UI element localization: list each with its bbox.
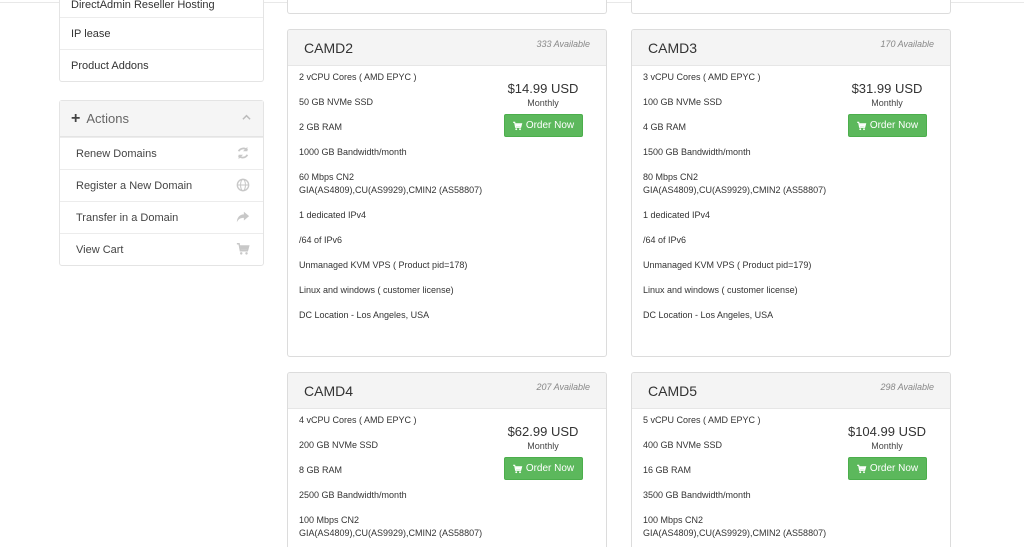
action-label: Register a New Domain <box>76 179 193 192</box>
cart-icon <box>512 464 523 473</box>
product-header: CAMD3 170 Available <box>632 30 950 66</box>
order-now-button[interactable]: Order Now <box>503 114 583 137</box>
action-renew-domains[interactable]: Renew Domains <box>60 137 263 169</box>
product-name: CAMD4 <box>304 383 354 399</box>
action-label: Transfer in a Domain <box>76 211 179 224</box>
action-view-cart[interactable]: View Cart <box>60 233 263 265</box>
feature: 100 Mbps CN2 GIA(AS4809),CU(AS9929),CMIN… <box>643 515 827 538</box>
feature: 3 vCPU Cores ( AMD EPYC ) <box>643 72 761 82</box>
price: $104.99 USD <box>847 424 927 439</box>
feature: 16 GB RAM <box>643 465 692 475</box>
price: $31.99 USD <box>851 81 923 96</box>
product-card: CAMD2 333 Available 2 vCPU Cores ( AMD E… <box>287 29 607 357</box>
product-card: CAMD4 207 Available 4 vCPU Cores ( AMD E… <box>287 372 607 547</box>
feature-list: 4 vCPU Cores ( AMD EPYC ) 200 GB NVMe SS… <box>299 414 489 547</box>
feature: 80 Mbps CN2 GIA(AS4809),CU(AS9929),CMIN2… <box>643 172 827 195</box>
availability-count: 207 Available <box>536 382 590 392</box>
cart-icon <box>856 121 867 130</box>
feature: Linux and windows ( customer license) <box>299 284 454 295</box>
actions-panel: + Actions Renew Domains Register a New D… <box>59 100 264 266</box>
feature-list: 5 vCPU Cores ( AMD EPYC ) 400 GB NVMe SS… <box>643 414 833 547</box>
refresh-icon <box>237 146 249 160</box>
feature: DC Location - Los Angeles, USA <box>643 309 774 320</box>
order-now-button[interactable]: Order Now <box>503 457 583 480</box>
feature: 1 dedicated IPv4 <box>643 209 711 220</box>
product-header: CAMD5 298 Available <box>632 373 950 409</box>
previous-card-bottom <box>287 0 607 14</box>
cart-icon <box>236 243 250 255</box>
billing-cycle: Monthly <box>871 441 903 451</box>
availability-count: 298 Available <box>880 382 934 392</box>
feature: 50 GB NVMe SSD <box>299 97 374 107</box>
feature: 4 vCPU Cores ( AMD EPYC ) <box>299 415 417 425</box>
feature: 2 vCPU Cores ( AMD EPYC ) <box>299 72 417 82</box>
feature: 1500 GB Bandwidth/month <box>643 147 751 157</box>
product-name: CAMD5 <box>648 383 698 399</box>
feature: 100 GB NVMe SSD <box>643 97 723 107</box>
feature: DC Location - Los Angeles, USA <box>299 309 430 320</box>
action-label: Renew Domains <box>76 147 157 160</box>
product-name: CAMD3 <box>648 40 698 56</box>
pricing: $62.99 USD Monthly Order Now <box>503 424 583 480</box>
feature: 2500 GB Bandwidth/month <box>299 490 407 500</box>
plus-icon: + <box>71 109 81 127</box>
feature: 400 GB NVMe SSD <box>643 440 723 450</box>
categories-panel: DirectAdmin Reseller Hosting IP lease Pr… <box>59 0 264 82</box>
feature: 1000 GB Bandwidth/month <box>299 147 407 157</box>
availability-count: 333 Available <box>536 39 590 49</box>
order-label: Order Now <box>869 463 919 474</box>
actions-header[interactable]: + Actions <box>60 101 263 137</box>
feature: /64 of IPv6 <box>643 234 687 245</box>
sidebar-item-ip-lease[interactable]: IP lease <box>60 17 263 49</box>
order-now-button[interactable]: Order Now <box>847 457 927 480</box>
order-now-button[interactable]: Order Now <box>847 114 927 137</box>
billing-cycle: Monthly <box>871 98 903 108</box>
feature: Unmanaged KVM VPS ( Product pid=179) <box>643 259 812 270</box>
feature: 4 GB RAM <box>643 122 687 132</box>
availability-count: 170 Available <box>880 39 934 49</box>
feature-list: 3 vCPU Cores ( AMD EPYC ) 100 GB NVMe SS… <box>643 71 833 334</box>
sidebar-item-directadmin-reseller[interactable]: DirectAdmin Reseller Hosting <box>60 0 263 17</box>
action-transfer-domain[interactable]: Transfer in a Domain <box>60 201 263 233</box>
cart-icon <box>856 464 867 473</box>
product-card: CAMD3 170 Available 3 vCPU Cores ( AMD E… <box>631 29 951 357</box>
cart-icon <box>512 121 523 130</box>
product-name: CAMD2 <box>304 40 354 56</box>
feature: 2 GB RAM <box>299 122 343 132</box>
action-label: View Cart <box>76 243 124 256</box>
billing-cycle: Monthly <box>527 98 559 108</box>
feature: 200 GB NVMe SSD <box>299 440 379 450</box>
feature: 5 vCPU Cores ( AMD EPYC ) <box>643 415 761 425</box>
chevron-up-icon[interactable] <box>242 113 251 122</box>
feature: /64 of IPv6 <box>299 234 343 245</box>
share-icon <box>236 211 250 223</box>
feature: 60 Mbps CN2 GIA(AS4809),CU(AS9929),CMIN2… <box>299 172 483 195</box>
pricing: $14.99 USD Monthly Order Now <box>503 81 583 137</box>
pricing: $104.99 USD Monthly Order Now <box>847 424 927 480</box>
order-label: Order Now <box>525 463 575 474</box>
feature: 100 Mbps CN2 GIA(AS4809),CU(AS9929),CMIN… <box>299 515 483 538</box>
previous-card-bottom <box>631 0 951 14</box>
price: $14.99 USD <box>507 81 579 96</box>
pricing: $31.99 USD Monthly Order Now <box>847 81 927 137</box>
product-card: CAMD5 298 Available 5 vCPU Cores ( AMD E… <box>631 372 951 547</box>
globe-icon <box>236 178 250 192</box>
feature: 3500 GB Bandwidth/month <box>643 490 751 500</box>
product-header: CAMD2 333 Available <box>288 30 606 66</box>
feature-list: 2 vCPU Cores ( AMD EPYC ) 50 GB NVMe SSD… <box>299 71 489 334</box>
order-label: Order Now <box>869 120 919 131</box>
product-header: CAMD4 207 Available <box>288 373 606 409</box>
feature: 1 dedicated IPv4 <box>299 209 367 220</box>
feature: 8 GB RAM <box>299 465 343 475</box>
price: $62.99 USD <box>507 424 579 439</box>
actions-title: Actions <box>86 111 129 126</box>
sidebar-item-product-addons[interactable]: Product Addons <box>60 49 263 81</box>
feature: Unmanaged KVM VPS ( Product pid=178) <box>299 259 468 270</box>
action-register-domain[interactable]: Register a New Domain <box>60 169 263 201</box>
order-label: Order Now <box>525 120 575 131</box>
feature: Linux and windows ( customer license) <box>643 284 798 295</box>
billing-cycle: Monthly <box>527 441 559 451</box>
